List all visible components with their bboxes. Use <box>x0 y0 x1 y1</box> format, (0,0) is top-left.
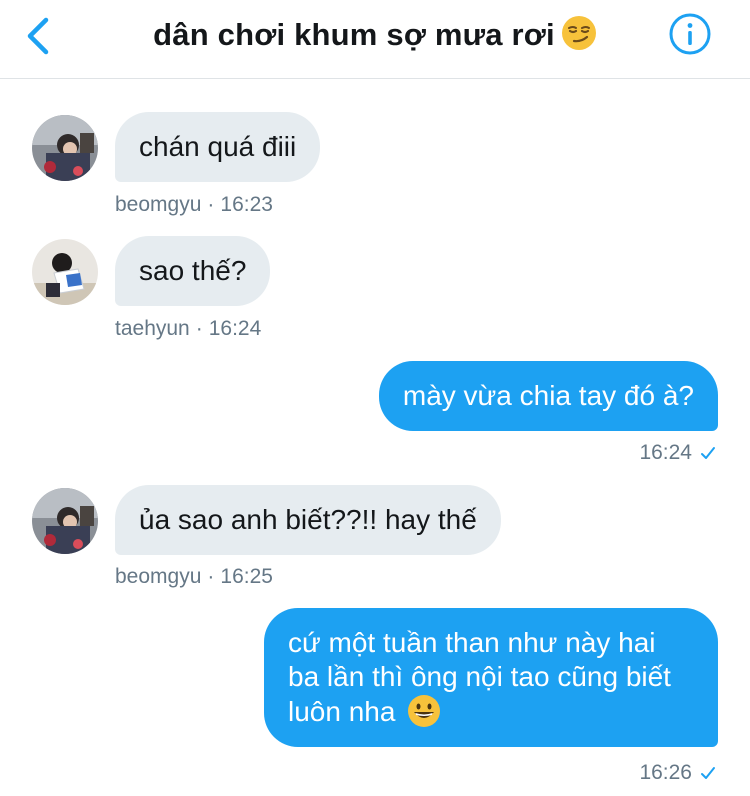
meta-separator: · <box>207 565 215 588</box>
message-time: 16:23 <box>220 193 273 216</box>
smirking-face-icon <box>561 16 596 50</box>
message-bubble-incoming[interactable]: ủa sao anh biết??!! hay thế <box>115 485 501 555</box>
message-bubble-incoming[interactable]: chán quá điii <box>115 112 321 182</box>
avatar-beomgyu[interactable] <box>32 115 98 181</box>
message-time: 16:24 <box>208 317 262 340</box>
meta-separator: · <box>195 317 203 340</box>
sender-name: taehyun <box>115 317 190 340</box>
message-meta: beomgyu · 16:25 <box>115 564 273 590</box>
message-time: 16:24 <box>639 441 692 464</box>
message-text: chán quá điii <box>139 131 297 162</box>
message-text: sao thế? <box>139 255 247 286</box>
avatar-photo <box>32 239 98 305</box>
avatar-photo <box>32 115 98 181</box>
conversation-header: dân chơi khum sợ mưa rơi <box>0 0 750 79</box>
info-icon <box>669 13 711 55</box>
avatar-photo <box>32 488 98 554</box>
sent-check-icon <box>701 447 715 459</box>
sender-name: beomgyu <box>115 193 202 216</box>
grinning-face-icon <box>408 695 441 727</box>
message-bubble-outgoing[interactable]: cứ một tuần than như này hai ba lần thì … <box>264 608 718 747</box>
message-meta: 16:24 <box>639 440 716 466</box>
sent-check-icon <box>701 767 715 779</box>
message-meta: beomgyu · 16:23 <box>115 192 273 218</box>
message-bubble-outgoing[interactable]: mày vừa chia tay đó à? <box>378 361 718 431</box>
message-time: 16:26 <box>639 761 692 784</box>
message-time: 16:25 <box>220 565 273 588</box>
avatar-beomgyu[interactable] <box>32 488 98 554</box>
conversation-title[interactable]: dân chơi khum sợ mưa rơi <box>0 14 750 56</box>
sender-name: beomgyu <box>115 565 202 588</box>
meta-separator: · <box>207 193 215 216</box>
avatar-taehyun[interactable] <box>32 239 98 305</box>
conversation-title-text: dân chơi khum sợ mưa rơi <box>153 17 555 52</box>
message-text: ủa sao anh biết??!! hay thế <box>139 504 477 535</box>
message-meta: 16:26 <box>639 760 716 786</box>
message-bubble-incoming[interactable]: sao thế? <box>115 236 271 306</box>
message-text: cứ một tuần than như này hai ba lần thì … <box>288 627 671 727</box>
info-button[interactable] <box>668 12 712 56</box>
message-meta: taehyun · 16:24 <box>115 316 261 342</box>
message-text: mày vừa chia tay đó à? <box>402 380 694 411</box>
